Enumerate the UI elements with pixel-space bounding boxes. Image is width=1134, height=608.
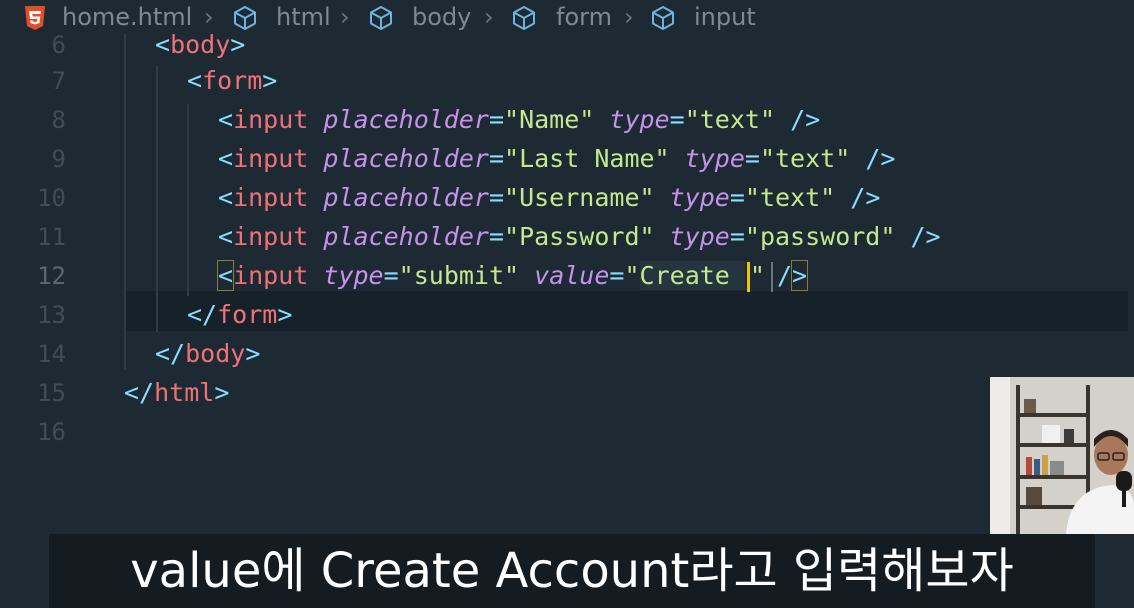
indent-guide [124,34,126,370]
breadcrumb-item-html[interactable]: html [276,0,331,34]
code-editor[interactable]: 6 7 8 9 10 11 12 13 14 15 16 <body> <for… [0,30,1134,534]
subtitle-caption: value에 Create Account라고 입력해보자 [49,534,1095,608]
indent-guide [156,66,158,332]
indent-guide [187,104,189,296]
breadcrumb-item-input[interactable]: input [694,0,756,34]
breadcrumb-item-body[interactable]: body [412,0,471,34]
code-line-active[interactable]: <input type="submit" value="Create "/> [216,257,809,295]
breadcrumb-item-form[interactable]: form [556,0,612,34]
line-number: 10 [37,184,66,212]
line-number: 7 [51,67,66,95]
line-number: 12 [37,262,66,290]
code-line: <input placeholder="Password" type="pass… [218,222,941,251]
presenter-video [990,377,1134,534]
breadcrumb-separator: › [340,3,350,31]
cube-icon [652,6,674,30]
code-line: <input placeholder="Name" type="text" /> [218,105,821,134]
code-line: </html> [124,378,230,407]
code-line: <input placeholder="Last Name" type="tex… [218,144,896,173]
code-line: </body> [155,339,261,368]
line-number: 6 [51,31,66,59]
cube-icon [370,6,392,30]
line-number: 14 [37,340,66,368]
line-number: 8 [51,106,66,134]
line-number: 11 [37,223,66,251]
webcam-overlay [990,377,1134,534]
breadcrumb-separator: › [624,3,634,31]
line-number: 16 [37,418,66,446]
code-line: <body> [155,30,246,59]
code-line: </form> [187,300,293,329]
code-line: <input placeholder="Username" type="text… [218,183,881,212]
subtitle-text: value에 Create Account라고 입력해보자 [130,543,1014,599]
line-number: 13 [37,301,66,329]
cube-icon [513,6,535,30]
line-number: 15 [37,379,66,407]
line-number: 9 [51,145,66,173]
breadcrumb-separator: › [484,3,494,31]
code-line: <form> [187,66,278,95]
